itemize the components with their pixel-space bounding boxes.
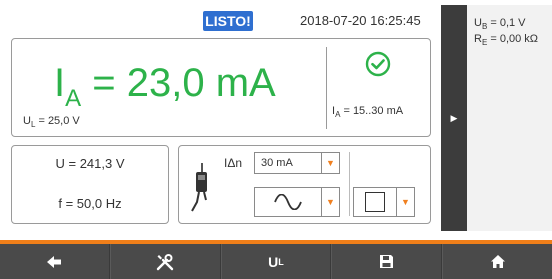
results-panel-toggle[interactable]: ▶ bbox=[441, 5, 467, 231]
bottom-toolbar: UL bbox=[0, 240, 552, 279]
save-button[interactable] bbox=[331, 244, 443, 279]
datetime: 2018-07-20 16:25:45 bbox=[300, 13, 421, 28]
chevron-right-icon: ▶ bbox=[450, 112, 458, 123]
settings-divider bbox=[349, 152, 350, 216]
home-button[interactable] bbox=[442, 244, 552, 279]
ul-limit-value: UL = 25,0 V bbox=[23, 115, 80, 130]
mains-voltage: U = 241,3 V bbox=[55, 156, 125, 171]
square-box-icon bbox=[365, 192, 385, 212]
result-divider bbox=[326, 47, 327, 129]
ub-value: UB = 0,1 V bbox=[474, 17, 526, 32]
chevron-down-icon: ▼ bbox=[321, 188, 339, 216]
re-value: RE = 0,00 kΩ bbox=[474, 33, 539, 48]
sine-wave-icon bbox=[274, 194, 302, 210]
idn-label: IΔn bbox=[224, 156, 243, 170]
arrow-left-icon bbox=[47, 255, 62, 268]
idn-current-value: 30 mA bbox=[261, 157, 293, 169]
mains-panel: U = 241,3 V f = 50,0 Hz bbox=[11, 145, 169, 224]
rcd-type-select[interactable]: ▼ bbox=[353, 187, 415, 217]
waveform-select[interactable]: ▼ bbox=[254, 187, 340, 217]
settings-button[interactable] bbox=[109, 244, 221, 279]
floppy-disk-icon bbox=[380, 255, 394, 268]
idn-current-select[interactable]: 30 mA ▼ bbox=[254, 152, 340, 174]
status-badge: LISTO! bbox=[203, 11, 253, 31]
settings-panel: IΔn 30 mA ▼ ▼ ▼ bbox=[178, 145, 431, 224]
mains-frequency: f = 50,0 Hz bbox=[58, 196, 122, 211]
rcd-probe-icon bbox=[191, 163, 207, 212]
chevron-down-icon: ▼ bbox=[321, 153, 339, 173]
ia-result-value: IA = 23,0 mA bbox=[54, 61, 276, 112]
ia-range-value: IA = 15..30 mA bbox=[332, 105, 404, 120]
ul-limit-button[interactable]: UL bbox=[220, 244, 332, 279]
back-button[interactable] bbox=[0, 244, 110, 279]
check-circle-icon bbox=[365, 51, 391, 77]
main-result-panel: IA = 23,0 mA UL = 25,0 V IA = 15..30 mA bbox=[11, 38, 431, 137]
tools-icon bbox=[156, 253, 174, 270]
home-icon bbox=[490, 255, 505, 268]
chevron-down-icon: ▼ bbox=[396, 188, 414, 216]
